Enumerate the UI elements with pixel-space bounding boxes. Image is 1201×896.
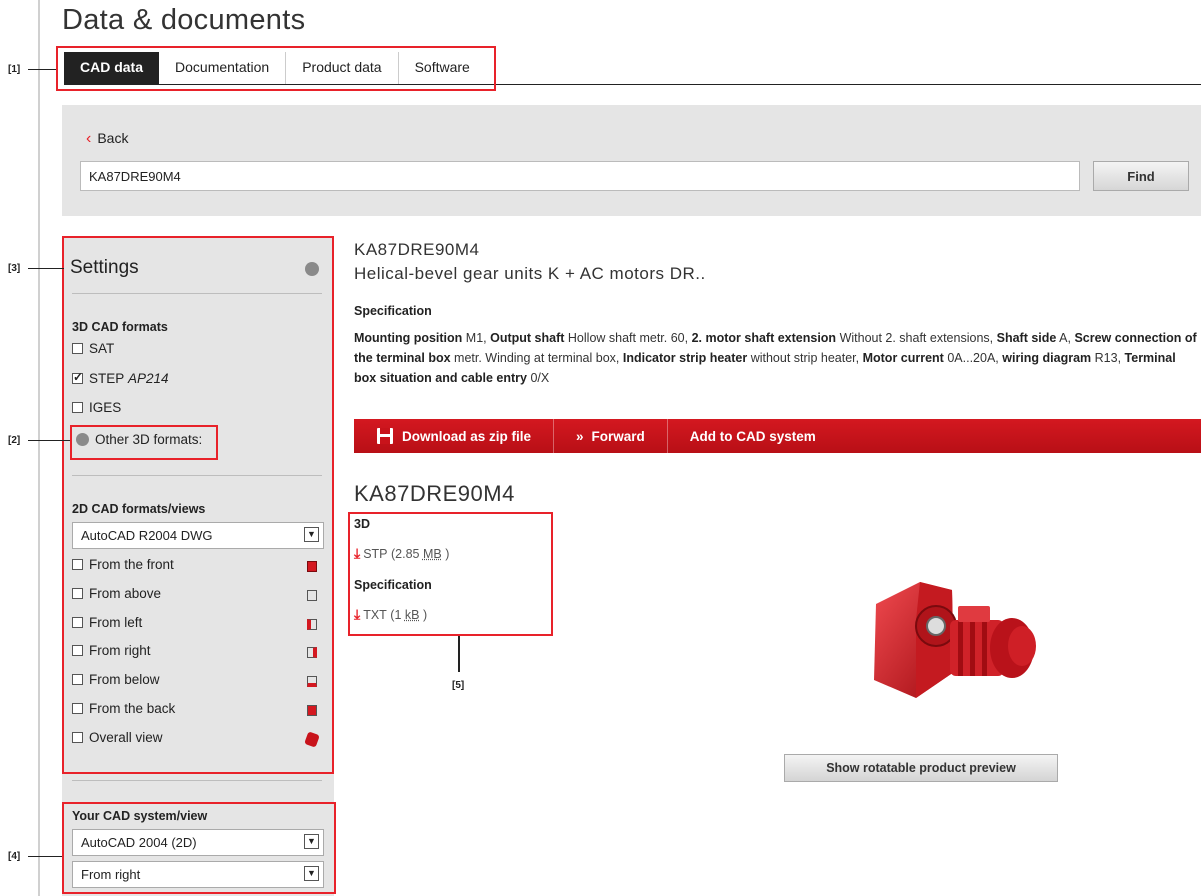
callout-line-4 <box>28 856 62 857</box>
callout-box-4 <box>62 802 336 894</box>
callout-label-1: [1] <box>8 64 21 75</box>
callout-line-2 <box>28 440 70 441</box>
callout-label-4: [4] <box>8 851 21 862</box>
page-title: Data & documents <box>62 4 306 36</box>
product-name: Helical-bevel gear units K + AC motors D… <box>354 264 706 283</box>
search-input[interactable] <box>80 161 1080 191</box>
show-preview-button[interactable]: Show rotatable product preview <box>784 754 1058 782</box>
callout-line-1 <box>28 69 56 70</box>
action-bar: Download as zip file » Forward Add to CA… <box>354 419 1201 453</box>
forward-button[interactable]: » Forward <box>554 419 668 453</box>
callout-line-5 <box>458 636 460 672</box>
download-zip-button[interactable]: Download as zip file <box>354 419 555 453</box>
page-left-rule <box>38 0 40 896</box>
double-chevron-right-icon: » <box>576 428 584 444</box>
product-image <box>874 582 1036 698</box>
callout-box-1 <box>56 46 496 91</box>
callout-box-3 <box>62 236 334 774</box>
callout-box-2 <box>70 425 218 460</box>
find-button[interactable]: Find <box>1093 161 1189 191</box>
callout-box-5 <box>348 512 553 636</box>
spec-text: Mounting position M1, Output shaft Hollo… <box>354 331 1197 385</box>
files-product-code: KA87DRE90M4 <box>354 481 515 506</box>
spec-title: Specification <box>354 304 432 318</box>
back-label: Back <box>97 130 129 146</box>
product-code: KA87DRE90M4 <box>354 240 480 259</box>
back-link[interactable]: ‹ Back <box>86 130 128 148</box>
callout-label-2: [2] <box>8 435 21 446</box>
callout-label-3: [3] <box>8 263 21 274</box>
floppy-disk-icon <box>377 428 393 444</box>
callout-label-5: [5] <box>452 680 465 691</box>
callout-line-3 <box>28 268 64 269</box>
settings-divider <box>72 780 322 781</box>
chevron-left-icon: ‹ <box>86 130 92 147</box>
add-to-cad-button[interactable]: Add to CAD system <box>668 419 838 453</box>
